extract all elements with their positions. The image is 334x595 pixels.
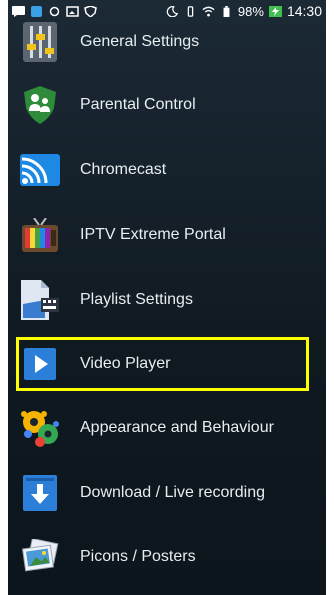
wifi-icon [202,6,215,17]
menu-label: Chromecast [80,161,167,178]
chromecast-icon [20,150,60,190]
message-icon [12,5,25,17]
menu-item-general-settings[interactable]: General Settings [20,22,320,62]
download-icon [20,473,60,513]
menu-label: General Settings [80,33,200,50]
menu-item-picons-posters[interactable]: Picons / Posters [20,537,320,577]
status-notifications [12,5,97,17]
charging-icon [268,5,282,17]
battery-icon [223,5,230,17]
gallery-icon [66,5,79,17]
battery-percent: 98% [237,3,264,19]
vpn-shield-icon [84,5,97,17]
settings-screen: 98% 14:30 General Settings Parental Cont… [8,0,326,595]
menu-label: IPTV Extreme Portal [80,226,226,243]
menu-label: Parental Control [80,96,196,113]
highlight-box [16,337,309,391]
menu-item-download-live-recording[interactable]: Download / Live recording [20,473,320,513]
vibrate-icon [187,5,194,17]
menu-item-appearance-and-behaviour[interactable]: Appearance and Behaviour [20,408,320,448]
menu-label: Playlist Settings [80,291,193,308]
playlist-file-icon [20,280,60,320]
gears-icon [20,408,60,448]
sliders-icon [20,22,60,62]
pictures-icon [20,537,60,577]
menu-item-playlist-settings[interactable]: Playlist Settings [20,280,320,320]
status-bar: 98% 14:30 [8,0,326,22]
sync-icon [49,6,60,16]
menu-label: Picons / Posters [80,548,196,565]
moon-icon [166,5,179,17]
menu-item-iptv-extreme-portal[interactable]: IPTV Extreme Portal [20,215,320,255]
menu-item-parental-control[interactable]: Parental Control [20,85,320,125]
menu-item-chromecast[interactable]: Chromecast [20,150,320,190]
menu-label: Download / Live recording [80,484,265,501]
parental-shield-icon [20,85,60,125]
tv-icon [20,215,60,255]
clock: 14:30 [286,3,322,19]
menu-label: Appearance and Behaviour [80,419,274,436]
status-system: 98% 14:30 [166,3,322,19]
app-icon [31,5,42,17]
